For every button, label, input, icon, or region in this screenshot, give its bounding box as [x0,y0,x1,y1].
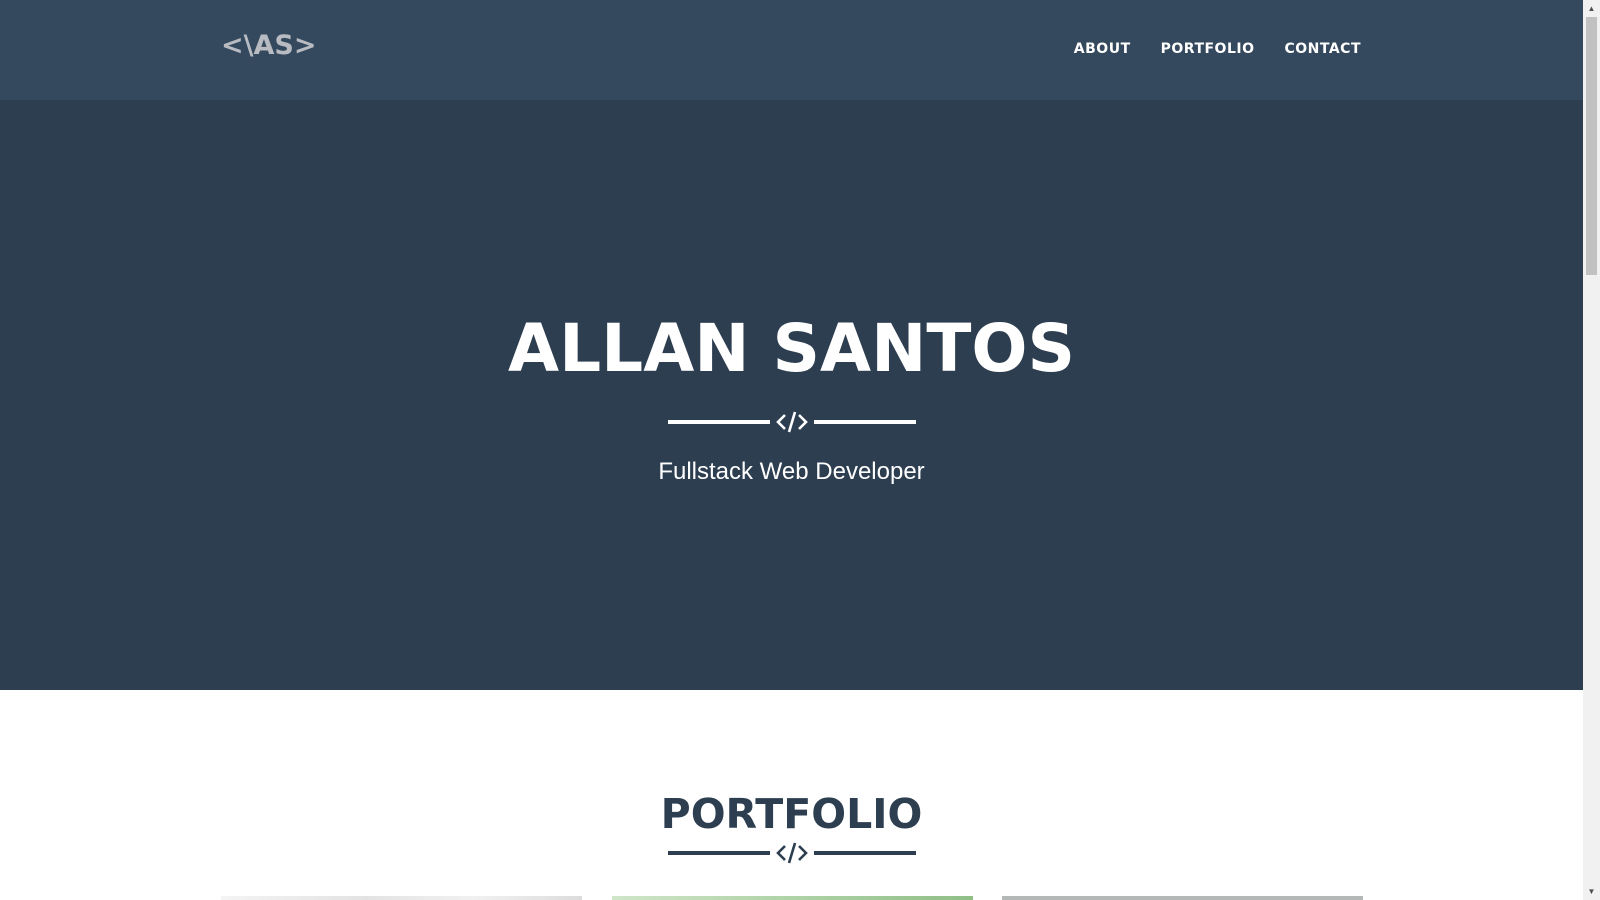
divider-line-left [668,851,770,855]
portfolio-item-1[interactable] [221,896,582,900]
divider-line-right [814,420,916,424]
nav-links: ABOUT PORTFOLIO CONTACT [1074,41,1361,57]
navbar: <\AS> ABOUT PORTFOLIO CONTACT [0,0,1583,100]
code-icon [770,838,814,868]
nav-link-portfolio[interactable]: PORTFOLIO [1161,41,1255,57]
divider-line-right [814,851,916,855]
divider-line-left [668,420,770,424]
page: <\AS> ABOUT PORTFOLIO CONTACT ALLAN SANT… [0,0,1583,900]
scrollbar-thumb[interactable] [1586,17,1597,275]
scroll-down-arrow-icon[interactable]: ▼ [1583,883,1600,900]
hero-divider [667,407,917,437]
scroll-up-arrow-icon[interactable]: ▲ [1583,0,1600,17]
nav-link-about[interactable]: ABOUT [1074,41,1131,57]
hero-title: ALLAN SANTOS [508,310,1075,387]
hero-subtitle: Fullstack Web Developer [658,458,925,485]
portfolio-item-2[interactable] [612,896,973,900]
portfolio-divider [667,838,917,868]
hero-section: ALLAN SANTOS Fullstack Web Developer [0,100,1583,690]
brand-logo[interactable]: <\AS> [221,30,316,61]
nav-link-contact[interactable]: CONTACT [1284,41,1361,57]
code-icon [770,407,814,437]
portfolio-item-3[interactable] [1002,896,1363,900]
portfolio-title: PORTFOLIO [660,790,923,838]
portfolio-section: PORTFOLIO [0,690,1583,900]
vertical-scrollbar[interactable]: ▲ ▼ [1583,0,1600,900]
